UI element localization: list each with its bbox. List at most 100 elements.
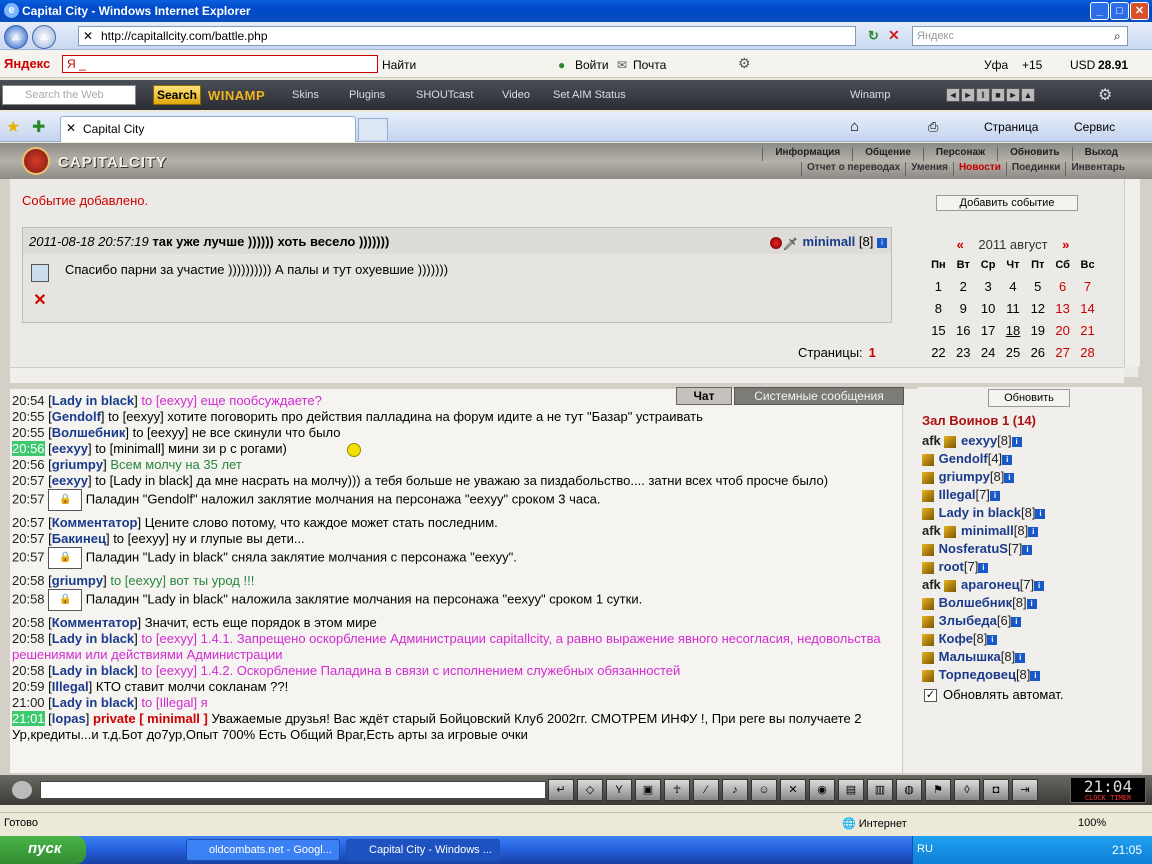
user-name[interactable]: Торпедовец bbox=[935, 667, 1016, 682]
start-button[interactable]: пуск bbox=[0, 836, 86, 864]
tab-system-messages[interactable]: Системные сообщения bbox=[734, 387, 904, 405]
chat-input[interactable] bbox=[40, 781, 546, 799]
private-msg-icon[interactable] bbox=[922, 507, 934, 520]
add-favorite-icon[interactable]: ✚ bbox=[32, 117, 45, 137]
user-info-icon[interactable]: i bbox=[1034, 580, 1045, 591]
user-info-icon[interactable]: i bbox=[1011, 616, 1022, 627]
chat-time[interactable]: 20:58 bbox=[12, 631, 45, 646]
find-button[interactable]: Найти bbox=[382, 58, 416, 72]
user-info-icon[interactable]: i bbox=[987, 634, 998, 645]
smile-icon[interactable]: ☺ bbox=[751, 779, 777, 801]
chat-nick[interactable]: eexyy bbox=[52, 441, 88, 456]
music-icon[interactable]: ♪ bbox=[722, 779, 748, 801]
cross-icon[interactable]: ✕ bbox=[780, 779, 806, 801]
calendar-next[interactable]: » bbox=[1062, 237, 1069, 252]
menu-skins[interactable]: Skins bbox=[292, 89, 319, 101]
maximize-button[interactable]: □ bbox=[1110, 2, 1129, 20]
bottle-icon[interactable]: ◊ bbox=[954, 779, 980, 801]
user-name[interactable]: Gendolf bbox=[935, 451, 988, 466]
calendar-day[interactable]: 17 bbox=[976, 319, 1001, 341]
info-icon[interactable]: i bbox=[877, 237, 887, 248]
user-info-icon[interactable]: i bbox=[1015, 652, 1026, 663]
chat-nick[interactable]: Комментатор bbox=[52, 615, 138, 630]
user-item[interactable]: Волшебник[8] i bbox=[922, 595, 1142, 613]
refresh-icon[interactable]: ↻ bbox=[868, 28, 879, 44]
chat-nick[interactable]: eexyy bbox=[52, 473, 88, 488]
menu-character[interactable]: Персонаж bbox=[922, 147, 997, 161]
clear-icon[interactable]: ◇ bbox=[577, 779, 603, 801]
menu-video[interactable]: Video bbox=[502, 89, 530, 101]
user-info-icon[interactable]: i bbox=[1002, 454, 1013, 465]
calendar-day[interactable]: 1 bbox=[926, 275, 951, 297]
calendar-day[interactable]: 8 bbox=[926, 297, 951, 319]
private-msg-icon[interactable] bbox=[922, 471, 934, 484]
calendar-day[interactable]: 21 bbox=[1075, 319, 1100, 341]
user-info-icon[interactable]: i bbox=[1030, 670, 1041, 681]
private-msg-icon[interactable] bbox=[922, 633, 934, 646]
chat-time[interactable]: 20:56 bbox=[12, 457, 45, 472]
user-item[interactable]: Lady in black[8] i bbox=[922, 505, 1142, 523]
search-icon[interactable]: ⌕ bbox=[1114, 29, 1121, 44]
user-info-icon[interactable]: i bbox=[1004, 472, 1015, 483]
private-msg-icon[interactable] bbox=[944, 579, 957, 592]
user-item[interactable]: Illegal[7] i bbox=[922, 487, 1142, 505]
pause-icon[interactable]: ‖ bbox=[976, 88, 990, 102]
copy-icon[interactable] bbox=[31, 264, 49, 282]
chat-time[interactable]: 20:58 bbox=[12, 663, 45, 678]
chat-nick[interactable]: Lady in black bbox=[52, 393, 134, 408]
gear-icon[interactable]: ⚙ bbox=[738, 55, 751, 72]
page-link[interactable]: 1 bbox=[869, 345, 876, 360]
calendar-day[interactable]: 7 bbox=[1075, 275, 1100, 297]
private-tag[interactable]: private [ minimall ] bbox=[93, 711, 211, 726]
flag-icon[interactable]: ⚑ bbox=[925, 779, 951, 801]
address-input[interactable]: ✕ http://capitallcity.com/battle.php bbox=[78, 26, 856, 46]
chat-nick[interactable]: Lady in black bbox=[52, 631, 134, 646]
private-msg-icon[interactable] bbox=[922, 597, 934, 610]
language-indicator[interactable]: RU bbox=[917, 843, 933, 855]
send-icon[interactable]: ↵ bbox=[548, 779, 574, 801]
translit-icon[interactable]: ⁄ bbox=[693, 779, 719, 801]
winamp-logo[interactable]: WINAMP bbox=[208, 88, 265, 103]
walk-icon[interactable]: ☥ bbox=[664, 779, 690, 801]
calendar-day[interactable]: 5 bbox=[1025, 275, 1050, 297]
save-icon[interactable]: ▣ bbox=[635, 779, 661, 801]
calendar-day[interactable]: 10 bbox=[976, 297, 1001, 319]
submenu-news[interactable]: Новости bbox=[952, 162, 1006, 176]
forward-button[interactable]: → bbox=[32, 25, 56, 49]
menu-info[interactable]: Информация bbox=[762, 147, 852, 161]
user-name[interactable]: griumpy bbox=[935, 469, 990, 484]
chat-time[interactable]: 20:57 bbox=[12, 549, 45, 564]
private-msg-icon[interactable] bbox=[922, 651, 934, 664]
user-info-icon[interactable]: i bbox=[1022, 544, 1033, 555]
calendar-day[interactable]: 18 bbox=[1001, 319, 1026, 341]
chat-time[interactable]: 21:00 bbox=[12, 695, 45, 710]
chat-time[interactable]: 20:57 bbox=[12, 473, 45, 488]
user-name[interactable]: Кофе bbox=[935, 631, 973, 646]
user-info-icon[interactable]: i bbox=[1035, 508, 1046, 519]
prev-icon[interactable]: ◄ bbox=[946, 88, 960, 102]
calendar-day[interactable]: 25 bbox=[1001, 341, 1026, 363]
chat-time[interactable]: 20:55 bbox=[12, 409, 45, 424]
user-name[interactable]: Малышка bbox=[935, 649, 1001, 664]
auto-refresh[interactable]: ✓ Обновлять автомат. bbox=[924, 687, 1063, 703]
user-name[interactable]: eexyy bbox=[957, 433, 997, 448]
calendar-day[interactable]: 6 bbox=[1050, 275, 1075, 297]
menu-exit[interactable]: Выход bbox=[1071, 147, 1130, 161]
private-msg-icon[interactable] bbox=[922, 561, 934, 574]
chat-time[interactable]: 20:58 bbox=[12, 615, 45, 630]
calendar-day[interactable]: 28 bbox=[1075, 341, 1100, 363]
next-icon[interactable]: ► bbox=[1006, 88, 1020, 102]
user-info-icon[interactable]: i bbox=[989, 490, 1000, 501]
user-name[interactable]: minimall bbox=[957, 523, 1014, 538]
currency-label[interactable]: USD bbox=[1070, 58, 1095, 72]
submenu-inventory[interactable]: Инвентарь bbox=[1065, 162, 1130, 176]
calendar-day[interactable]: 19 bbox=[1025, 319, 1050, 341]
chat-nick[interactable]: Волшебник bbox=[52, 425, 126, 440]
calendar-day[interactable]: 14 bbox=[1075, 297, 1100, 319]
yandex-logo[interactable]: Яндекс bbox=[4, 56, 50, 71]
yandex-input[interactable]: Я _ bbox=[62, 55, 378, 73]
calendar-day[interactable]: 13 bbox=[1050, 297, 1075, 319]
tab-capital-city[interactable]: ✕ Capital City bbox=[60, 116, 356, 142]
new-tab-button[interactable] bbox=[358, 118, 388, 140]
chat-nick[interactable]: Lady in black bbox=[52, 695, 134, 710]
